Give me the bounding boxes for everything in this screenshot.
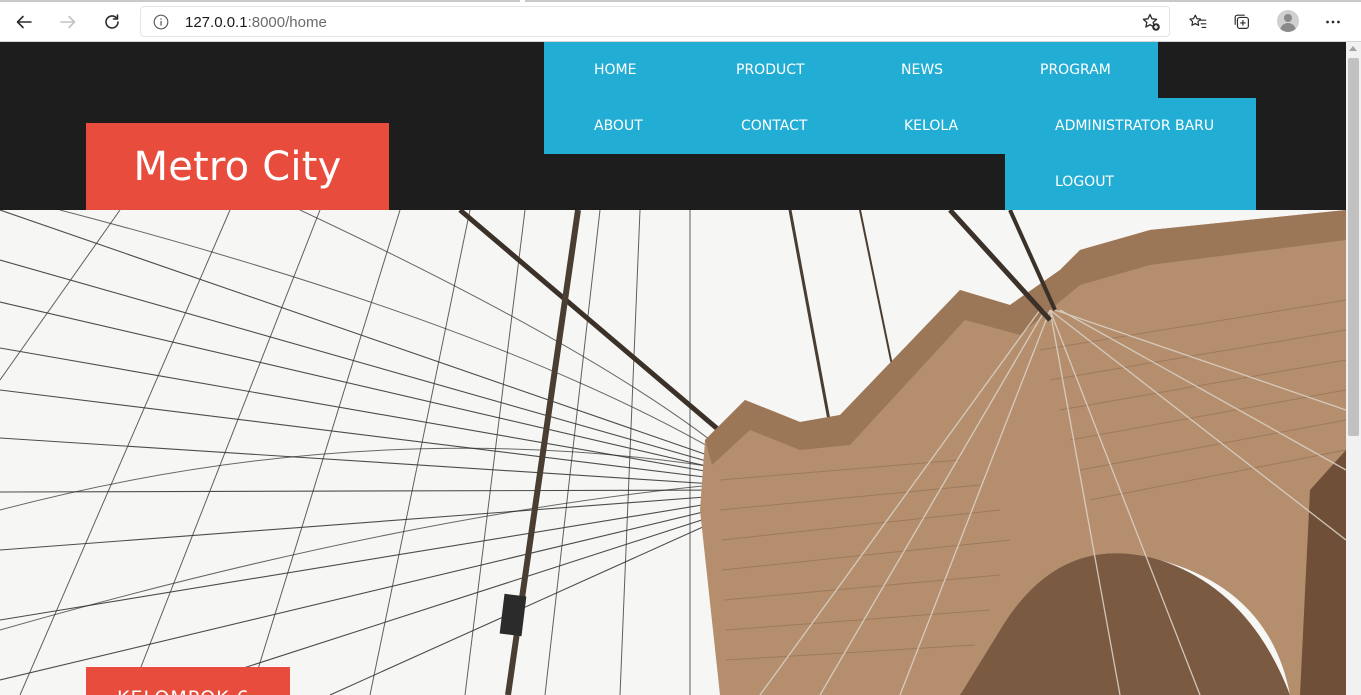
favorites-icon bbox=[1189, 14, 1207, 29]
arrow-right-icon bbox=[60, 15, 76, 29]
avatar-head bbox=[1284, 14, 1292, 22]
nav-news[interactable]: NEWS bbox=[901, 62, 943, 78]
site-logo-text: Metro City bbox=[133, 143, 342, 190]
bridge-illustration bbox=[0, 210, 1346, 695]
more-button[interactable] bbox=[1322, 11, 1344, 33]
url-host: 127.0.0.1 bbox=[185, 14, 248, 31]
scroll-up-arrow-icon[interactable] bbox=[1349, 46, 1357, 51]
site-header: Metro City HOME PRODUCT NEWS PROGRAM ABO… bbox=[0, 42, 1346, 210]
url-text[interactable]: 127.0.0.1:8000/home bbox=[185, 14, 327, 31]
arrow-left-icon bbox=[16, 15, 32, 29]
browser-toolbar: 127.0.0.1:8000/home bbox=[0, 0, 1361, 42]
site-logo[interactable]: Metro City bbox=[86, 123, 389, 210]
nav-home[interactable]: HOME bbox=[594, 62, 636, 78]
nav-contact[interactable]: CONTACT bbox=[741, 118, 807, 134]
reload-button[interactable] bbox=[99, 9, 125, 35]
menu-row-3-bg bbox=[1005, 154, 1256, 210]
address-bar[interactable]: 127.0.0.1:8000/home bbox=[140, 6, 1170, 37]
reload-icon bbox=[105, 14, 119, 29]
url-path: :8000/home bbox=[247, 14, 327, 31]
info-icon[interactable] bbox=[153, 14, 169, 30]
tab-strip-edge bbox=[525, 0, 1361, 2]
nav-product[interactable]: PRODUCT bbox=[736, 62, 805, 78]
tab-strip-edge bbox=[0, 0, 520, 2]
nav-kelola[interactable]: KELOLA bbox=[904, 118, 958, 134]
nav-program[interactable]: PROGRAM bbox=[1040, 62, 1111, 78]
back-button[interactable] bbox=[11, 9, 37, 35]
group-badge-text: KELOMPOK 6 bbox=[117, 687, 250, 695]
hero-banner bbox=[0, 210, 1346, 695]
collections-icon bbox=[1234, 14, 1249, 29]
group-badge: KELOMPOK 6 bbox=[86, 667, 290, 695]
avatar-icon[interactable] bbox=[1277, 10, 1299, 32]
page-viewport: Metro City HOME PRODUCT NEWS PROGRAM ABO… bbox=[0, 42, 1361, 695]
page-scrollbar[interactable] bbox=[1346, 42, 1361, 695]
collections-button[interactable] bbox=[1231, 11, 1253, 33]
nav-about[interactable]: ABOUT bbox=[594, 118, 643, 134]
forward-button[interactable] bbox=[55, 9, 81, 35]
star-plus-icon[interactable] bbox=[1141, 12, 1161, 32]
scroll-thumb[interactable] bbox=[1348, 58, 1359, 436]
nav-logout[interactable]: LOGOUT bbox=[1055, 174, 1114, 190]
favorites-button[interactable] bbox=[1187, 11, 1209, 33]
avatar-body bbox=[1280, 23, 1296, 32]
more-icon bbox=[1326, 20, 1340, 24]
nav-administrator-baru[interactable]: ADMINISTRATOR BARU bbox=[1055, 118, 1214, 134]
